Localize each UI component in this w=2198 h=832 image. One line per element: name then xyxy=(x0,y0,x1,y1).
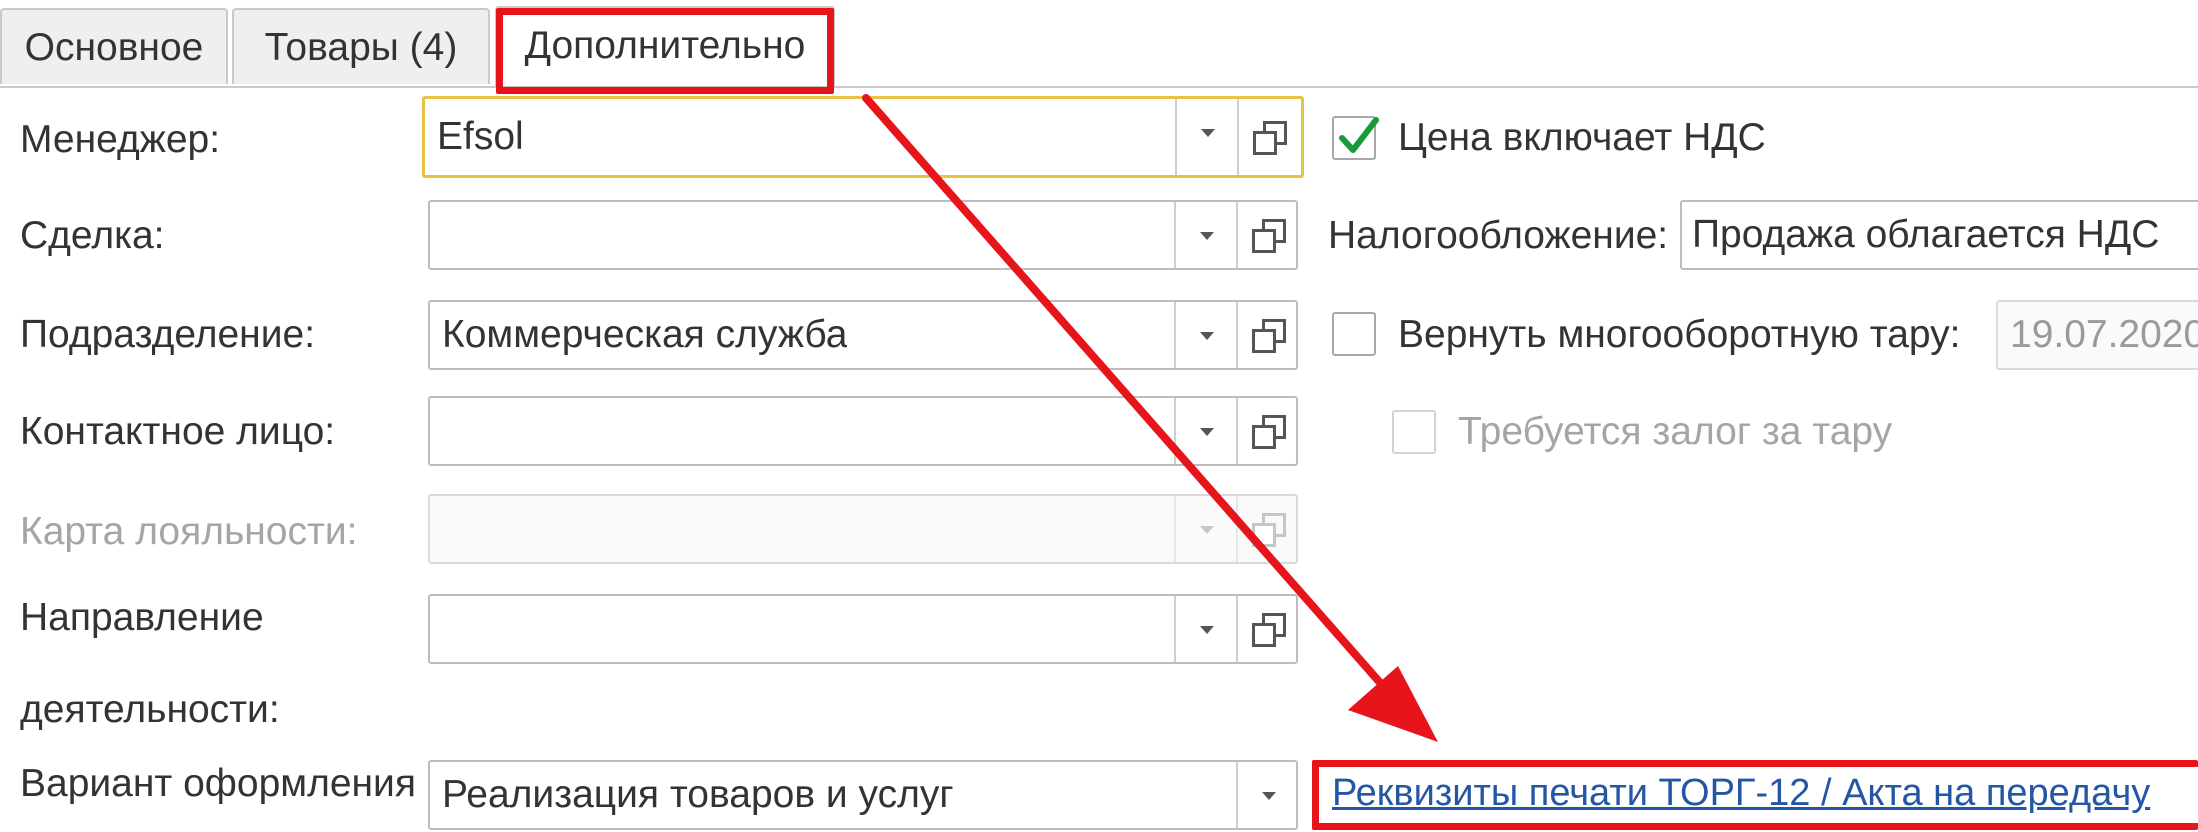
annotation-arrow-icon xyxy=(862,94,1438,742)
